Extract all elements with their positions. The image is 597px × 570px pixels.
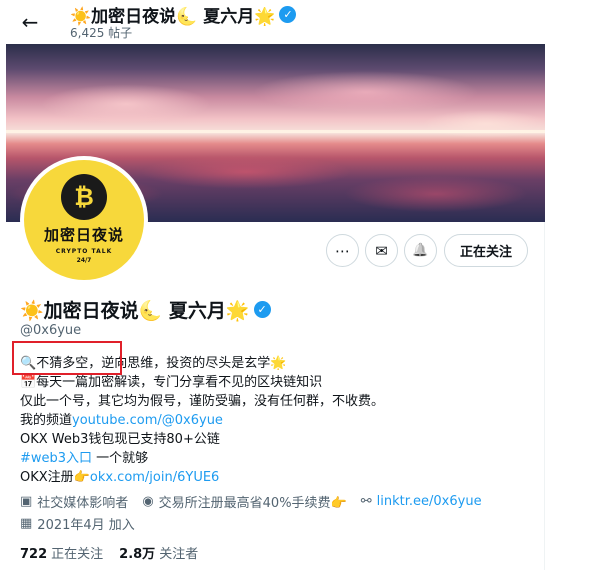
avatar-logo-subtitle: CRYPTO TALK	[55, 248, 113, 255]
arrow-left-icon: ←	[21, 10, 39, 34]
meta-joined: ▦ 2021年4月 加入	[20, 516, 135, 533]
verified-badge-icon[interactable]: ✓	[253, 301, 271, 318]
followers-stat[interactable]: 2.8万 关注者	[119, 543, 198, 562]
meta-location: ◉ 交易所注册最高省40%手续费👉	[142, 494, 347, 511]
youtube-link[interactable]: youtube.com/@0x6yue	[72, 413, 223, 428]
bell-plus-icon: 🔔	[412, 243, 429, 258]
bio-line-7: OKX注册👉okx.com/join/6YUE6	[20, 470, 220, 485]
bio-line-4: 我的频道youtube.com/@0x6yue	[20, 413, 223, 428]
hashtag-link[interactable]: #web3入口	[20, 451, 92, 466]
avatar-logo-subtitle-2: 24/7	[76, 257, 92, 264]
link-icon: ⚯	[360, 494, 372, 509]
following-button[interactable]: 正在关注	[444, 234, 528, 267]
bio-line-6: #web3入口 一个就够	[20, 451, 149, 466]
avatar-logo: ₿ 加密日夜说 CRYPTO TALK 24/7	[24, 160, 144, 280]
top-bar: ← ☀️加密日夜说🌜 夏六月🌟 ✓ 6,425 帖子	[0, 0, 545, 44]
bio-line-5: OKX Web3钱包现已支持80+公链	[20, 432, 220, 447]
bio-line-2: 📅每天一篇加密解读，专门分享看不见的区块链知识	[20, 375, 323, 390]
profile-column: ← ☀️加密日夜说🌜 夏六月🌟 ✓ 6,425 帖子 ₿ 加密日夜说 CRYPT…	[0, 0, 545, 570]
following-stat[interactable]: 722 正在关注	[20, 543, 103, 562]
meta-website: ⚯ linktr.ee/0x6yue	[361, 494, 482, 509]
back-button[interactable]: ←	[14, 6, 46, 38]
envelope-icon: ✉	[375, 241, 388, 260]
location-pin-icon: ◉	[142, 494, 154, 509]
notifications-button[interactable]: 🔔	[404, 234, 437, 267]
message-button[interactable]: ✉	[365, 234, 398, 267]
avatar-logo-text: 加密日夜说	[43, 226, 124, 244]
okx-link[interactable]: okx.com/join/6YUE6	[90, 470, 219, 485]
profile-meta: ▣ 社交媒体影响者 ◉ 交易所注册最高省40%手续费👉 ⚯ linktr.ee/…	[20, 492, 496, 511]
profile-name: ☀️加密日夜说🌜 夏六月🌟 ✓	[20, 296, 271, 323]
profile-handle: @0x6yue	[20, 323, 82, 338]
bitcoin-coin-icon: ₿	[61, 174, 107, 220]
bio-line-3: 仅此一个号，其它均为假号，谨防受骗，没有任何群，不收费。	[20, 394, 385, 409]
avatar[interactable]: ₿ 加密日夜说 CRYPTO TALK 24/7	[20, 156, 148, 284]
more-options-button[interactable]: ⋯	[326, 234, 359, 267]
calendar-icon: ▦	[20, 516, 33, 531]
meta-category: ▣ 社交媒体影响者	[20, 494, 129, 511]
briefcase-icon: ▣	[20, 494, 33, 509]
banner-horizon	[6, 130, 545, 133]
highlight-box	[12, 341, 122, 375]
website-link[interactable]: linktr.ee/0x6yue	[377, 494, 482, 509]
posts-count: 6,425 帖子	[70, 26, 133, 40]
follow-stats: 722 正在关注 2.8万 关注者	[20, 543, 198, 562]
verified-badge-icon: ✓	[279, 6, 297, 23]
more-icon: ⋯	[335, 241, 350, 260]
